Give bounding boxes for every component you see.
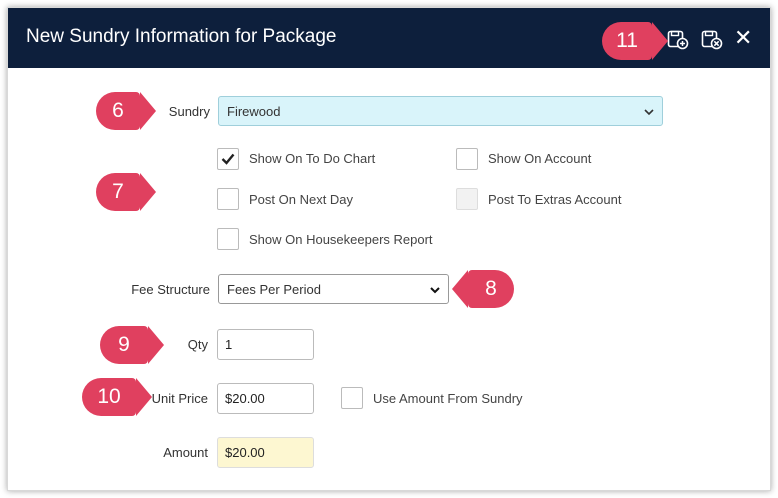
qty-input[interactable]: 1 [217, 329, 314, 360]
callout-9-text: 9 [118, 333, 130, 356]
checkmark-icon [221, 153, 235, 165]
callout-9: 9 [100, 326, 164, 364]
close-icon[interactable]: ✕ [734, 26, 752, 50]
callout-7: 7 [96, 173, 156, 211]
fee-structure-select[interactable]: Fees Per Period [218, 274, 449, 304]
amount-value: $20.00 [225, 445, 265, 460]
save-add-icon[interactable] [667, 30, 689, 50]
callout-10: 10 [82, 378, 152, 416]
sundry-value: Firewood [227, 103, 281, 119]
unit-price-label: Unit Price [151, 391, 208, 406]
sundry-dialog: New Sundry Information for Package ✕ 11 [7, 7, 771, 491]
dialog-header: New Sundry Information for Package ✕ 11 [8, 8, 770, 68]
use-amount-from-sundry-checkbox[interactable] [341, 387, 363, 409]
callout-6-text: 6 [112, 99, 124, 122]
show-on-account-label: Show On Account [488, 151, 592, 166]
show-on-account-checkbox[interactable] [456, 148, 478, 170]
callout-6-tip [140, 92, 156, 130]
callout-11: 11 [602, 22, 668, 60]
chevron-down-icon [644, 104, 654, 119]
callout-10-text: 10 [97, 385, 121, 408]
callout-7-text: 7 [112, 180, 124, 203]
fee-structure-value: Fees Per Period [227, 281, 321, 297]
chevron-down-icon [430, 282, 440, 297]
callout-8: 8 [452, 270, 514, 308]
qty-label: Qty [187, 337, 208, 352]
sundry-select[interactable]: Firewood [218, 96, 663, 126]
post-to-extras-checkbox [456, 188, 478, 210]
unit-price-value: $20.00 [225, 391, 265, 406]
callout-6: 6 [96, 92, 156, 130]
show-on-todo-checkbox[interactable] [217, 148, 239, 170]
save-close-icon[interactable] [701, 30, 723, 50]
dialog-title: New Sundry Information for Package [26, 26, 337, 47]
callout-11-text: 11 [616, 29, 638, 52]
callout-8-tip [452, 270, 468, 308]
show-on-todo-label: Show On To Do Chart [249, 151, 376, 166]
show-on-housekeepers-checkbox[interactable] [217, 228, 239, 250]
sundry-label: Sundry [168, 104, 210, 119]
callout-9-tip [148, 326, 164, 364]
amount-label: Amount [163, 445, 208, 460]
callout-11-tip [652, 22, 668, 60]
unit-price-input[interactable]: $20.00 [217, 383, 314, 414]
fee-structure-label: Fee Structure [131, 282, 210, 297]
post-to-extras-label: Post To Extras Account [488, 192, 622, 207]
qty-value: 1 [225, 337, 233, 352]
use-amount-from-sundry-label: Use Amount From Sundry [373, 391, 523, 406]
post-on-next-day-label: Post On Next Day [249, 192, 354, 207]
callout-8-text: 8 [485, 277, 497, 300]
callout-7-tip [140, 173, 156, 211]
post-on-next-day-checkbox[interactable] [217, 188, 239, 210]
amount-field: $20.00 [217, 437, 314, 468]
show-on-housekeepers-label: Show On Housekeepers Report [249, 232, 433, 247]
